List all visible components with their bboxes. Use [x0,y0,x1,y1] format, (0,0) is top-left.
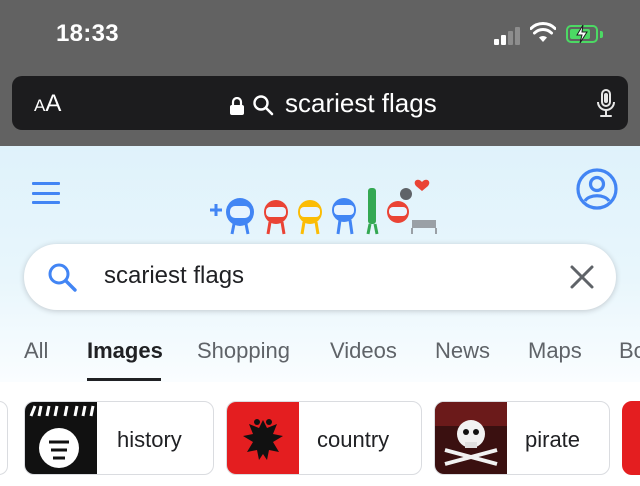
url-query-text[interactable]: scariest flags [285,88,437,119]
search-box[interactable]: scariest flags [24,244,616,310]
charging-bolt-icon [576,24,588,44]
tab-all[interactable]: All [24,338,48,364]
browser-address-area: AA scariest flags [0,68,640,146]
chip-partial-right[interactable] [622,401,640,475]
suggestion-chips: history country pirate [0,382,640,486]
text-size-button[interactable]: AA [34,90,61,118]
cellular-signal-icon [494,27,522,45]
wifi-icon [530,22,556,42]
battery-cap [600,31,603,38]
lock-icon [230,97,244,115]
hamburger-menu-icon[interactable] [32,182,60,204]
status-time: 18:33 [56,20,119,47]
active-tab-indicator [87,378,161,381]
account-circle-icon[interactable] [576,168,618,210]
pirate-flag-thumbnail [435,402,507,474]
tab-shopping[interactable]: Shopping [197,338,290,364]
tab-maps[interactable]: Maps [528,338,582,364]
black-flag-thumbnail [25,402,97,474]
chip-pirate[interactable]: pirate [434,401,610,475]
chip-label: history [117,427,182,452]
chip-label: pirate [525,427,581,452]
search-icon[interactable] [46,261,78,293]
status-bar: 18:33 [0,0,640,68]
chip-label: country [317,427,390,452]
microphone-icon[interactable] [596,89,616,119]
url-bar[interactable]: AA scariest flags [12,76,628,130]
chip-country[interactable]: country [226,401,422,475]
tab-news[interactable]: News [435,338,490,364]
google-doodle-logo[interactable] [200,174,440,238]
chip-history[interactable]: history [24,401,214,475]
search-tabs: All Images Shopping Videos News Maps Bo [0,338,640,382]
tab-videos[interactable]: Videos [330,338,397,364]
tab-books[interactable]: Bo [619,338,640,364]
search-input[interactable]: scariest flags [104,262,244,290]
tab-images[interactable]: Images [87,338,163,364]
albania-flag-thumbnail [227,402,299,474]
close-icon[interactable] [569,264,595,290]
search-icon [253,95,274,116]
chip-partial-left[interactable] [0,401,8,475]
google-header: scariest flags All Images Shopping Video… [0,146,640,383]
